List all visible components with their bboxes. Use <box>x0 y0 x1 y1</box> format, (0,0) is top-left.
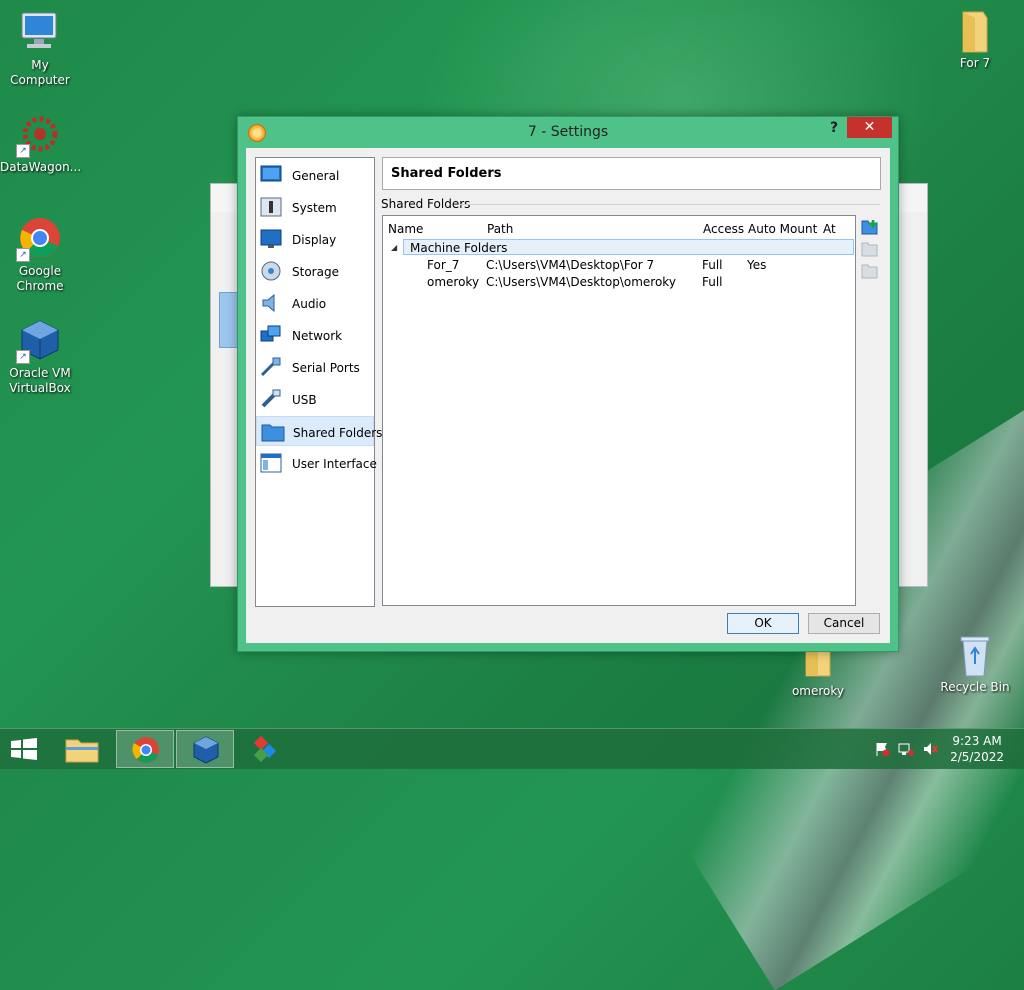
sidebar-item-label: Audio <box>292 297 327 311</box>
desktop-icon-label: My Computer <box>10 58 70 87</box>
chrome-icon: ↗ <box>16 216 62 262</box>
desktop-icon-my-computer[interactable]: My Computer <box>0 10 80 88</box>
collapse-triangle-icon[interactable]: ◢ <box>391 243 397 252</box>
general-icon <box>260 165 282 185</box>
sidebar-item-label: System <box>292 201 337 215</box>
network-status-icon[interactable] <box>898 741 914 757</box>
computer-icon <box>18 10 62 54</box>
page-title: Shared Folders <box>391 166 502 181</box>
help-button[interactable]: ? <box>826 120 842 140</box>
shortcut-arrow-icon: ↗ <box>16 350 30 364</box>
sidebar-item-audio[interactable]: Audio <box>256 288 374 318</box>
desktop-icon-label: Google Chrome <box>16 264 64 293</box>
shared-folders-icon <box>261 422 285 442</box>
desktop-icon-google-chrome[interactable]: ↗ Google Chrome <box>0 216 80 294</box>
machine-folders-label: Machine Folders <box>410 241 508 255</box>
system-icon <box>260 197 282 217</box>
close-button[interactable]: ✕ <box>847 117 892 138</box>
sidebar-item-user-interface[interactable]: User Interface <box>256 448 377 478</box>
desktop-icon-label: Oracle VM VirtualBox <box>9 366 71 395</box>
sidebar-item-label: USB <box>292 393 317 407</box>
taskbar-clock[interactable]: 9:23 AM 2/5/2022 <box>950 733 1004 765</box>
sidebar-item-storage[interactable]: Storage <box>256 256 374 286</box>
sidebar-item-label: General <box>292 169 340 183</box>
dialog-client: General System Display Storage Audio Net… <box>246 148 890 643</box>
add-folder-button[interactable] <box>861 218 879 236</box>
desktop-icon-oracle-vm-virtualbox[interactable]: ↗ Oracle VM VirtualBox <box>0 318 80 396</box>
column-header-auto-mount[interactable]: Auto Mount <box>748 222 817 236</box>
display-icon <box>260 229 282 249</box>
sidebar-item-label: Serial Ports <box>292 361 360 375</box>
remove-folder-button[interactable] <box>861 262 879 280</box>
sidebar-item-shared-folders[interactable]: Shared Folders <box>256 416 382 446</box>
column-header-path[interactable]: Path <box>487 222 513 236</box>
group-label: Shared Folders <box>381 197 471 211</box>
desktop-icon-label: omeroky <box>791 684 845 698</box>
folder-name: omeroky <box>427 275 480 289</box>
taskbar: 9:23 AM 2/5/2022 <box>0 728 1024 769</box>
page-header: Shared Folders <box>382 157 881 190</box>
sidebar-item-system[interactable]: System <box>256 192 374 222</box>
desktop-icon-folder-for-7[interactable]: For 7 <box>935 8 1015 71</box>
column-header-access[interactable]: Access <box>703 222 744 236</box>
folder-path: C:\Users\VM4\Desktop\For 7 <box>486 258 655 272</box>
folder-icon <box>953 8 997 53</box>
folder-auto-mount: Yes <box>747 258 767 272</box>
storage-icon <box>260 261 282 281</box>
settings-dialog: 7 - Settings ? ✕ General System Display … <box>237 116 899 652</box>
ok-button[interactable]: OK <box>727 613 799 634</box>
app-taskbar-button[interactable] <box>236 730 294 768</box>
start-button[interactable] <box>0 730 58 768</box>
table-row[interactable]: omeroky C:\Users\VM4\Desktop\omeroky Ful… <box>383 273 855 290</box>
settings-sidebar: General System Display Storage Audio Net… <box>255 157 382 607</box>
desktop-icon-label: For 7 <box>959 56 991 70</box>
network-icon <box>260 325 282 345</box>
sidebar-item-label: Storage <box>292 265 339 279</box>
usb-icon <box>260 389 282 409</box>
recycle-bin-icon <box>953 632 997 677</box>
edit-folder-button[interactable] <box>861 240 879 258</box>
column-header-at[interactable]: At <box>823 222 836 236</box>
user-interface-icon <box>260 453 282 473</box>
sidebar-item-label: Network <box>292 329 343 343</box>
dialog-title: 7 - Settings <box>527 124 609 140</box>
clock-time: 9:23 AM <box>952 734 1002 748</box>
desktop-icon-recycle-bin[interactable]: Recycle Bin <box>935 632 1015 695</box>
sidebar-item-serial-ports[interactable]: Serial Ports <box>256 352 374 382</box>
table-row[interactable]: For_7 C:\Users\VM4\Desktop\For 7 Full Ye… <box>383 256 855 273</box>
virtualbox-icon: ↗ <box>16 318 62 364</box>
desktop-icon-label: DataWagon... <box>0 160 82 174</box>
shortcut-arrow-icon: ↗ <box>16 248 30 262</box>
chrome-taskbar-button[interactable] <box>116 730 174 768</box>
shared-folders-list[interactable]: Name Path Access Auto Mount At Machine F… <box>382 215 856 606</box>
group-divider <box>460 204 880 205</box>
folder-path: C:\Users\VM4\Desktop\omeroky <box>486 275 676 289</box>
serial-ports-icon <box>260 357 282 377</box>
cancel-button[interactable]: Cancel <box>808 613 880 634</box>
sidebar-item-network[interactable]: Network <box>256 320 374 350</box>
sidebar-item-usb[interactable]: USB <box>256 384 374 414</box>
desktop-icon-datawagon[interactable]: ↗ DataWagon... <box>0 112 82 175</box>
sidebar-item-display[interactable]: Display <box>256 224 374 254</box>
clock-date: 2/5/2022 <box>950 750 1004 764</box>
sidebar-item-general[interactable]: General <box>256 160 374 190</box>
sidebar-item-label: Shared Folders <box>293 426 383 440</box>
column-header-name[interactable]: Name <box>388 222 423 236</box>
action-center-flag-icon[interactable] <box>874 741 890 757</box>
sidebar-item-label: User Interface <box>292 457 377 471</box>
datawagon-icon: ↗ <box>16 112 62 158</box>
audio-icon <box>260 293 282 313</box>
file-explorer-button[interactable] <box>56 730 114 768</box>
folder-name: For_7 <box>427 258 460 272</box>
folder-access: Full <box>702 275 723 289</box>
volume-muted-icon[interactable] <box>922 741 938 757</box>
desktop-icon-label: Recycle Bin <box>940 680 1010 694</box>
virtualbox-taskbar-button[interactable] <box>176 730 234 768</box>
sidebar-item-label: Display <box>292 233 337 247</box>
dialog-titlebar[interactable]: 7 - Settings ? ✕ <box>238 117 898 147</box>
shortcut-arrow-icon: ↗ <box>16 144 30 158</box>
folder-access: Full <box>702 258 723 272</box>
machine-folders-row[interactable]: Machine Folders <box>403 239 854 255</box>
